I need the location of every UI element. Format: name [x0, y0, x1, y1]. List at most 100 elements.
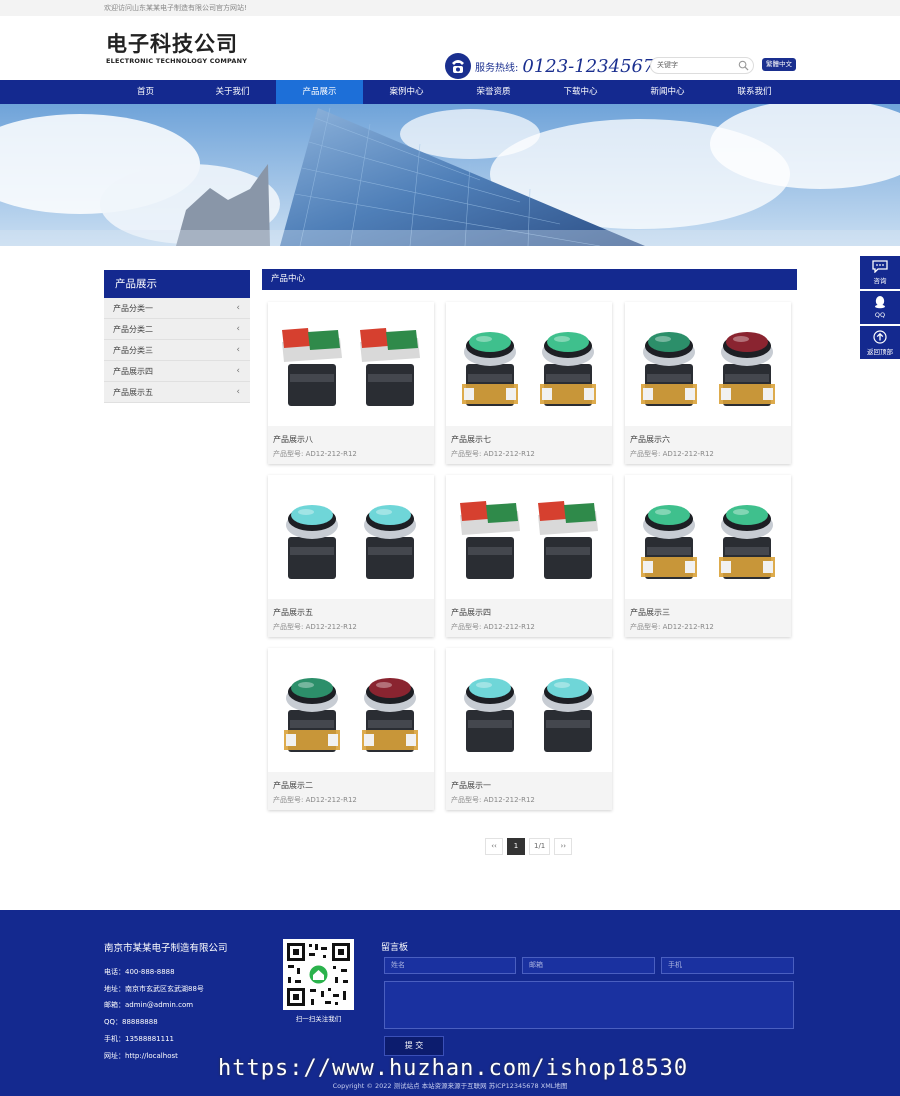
switch-body [288, 537, 336, 579]
switch-body [466, 710, 514, 752]
product-model: 产品型号: AD12-212-R12 [273, 796, 357, 804]
switch-body [544, 537, 592, 579]
chevron-left-icon: ‹ [236, 345, 240, 355]
language-button[interactable]: 繁體中文 [762, 58, 796, 71]
sidebar-item-label: 产品分类三 [113, 346, 153, 355]
switch-cap [464, 332, 516, 366]
product-card[interactable]: 产品展示二 产品型号: AD12-212-R12 [268, 648, 434, 810]
product-image [268, 302, 434, 426]
contact-email: 邮箱：admin@admin.com [104, 1001, 194, 1010]
product-image [268, 475, 434, 599]
switch-body [641, 364, 697, 406]
search-input[interactable]: 关键字 [650, 57, 754, 74]
sidebar-item-category-5[interactable]: 产品展示五 ‹ [104, 382, 250, 403]
product-model: 产品型号: AD12-212-R12 [630, 623, 714, 631]
main-nav: 首页 关于我们 产品展示 案例中心 荣誉资质 下载中心 新闻中心 联系我们 [0, 80, 900, 104]
logo[interactable]: 电子科技公司 ELECTRONIC TECHNOLOGY COMPANY [106, 32, 247, 65]
qq-icon [875, 296, 885, 309]
search-icon[interactable] [738, 60, 749, 71]
switch-cap [643, 505, 695, 539]
product-card[interactable]: 产品展示四 产品型号: AD12-212-R12 [446, 475, 612, 637]
nav-item-home[interactable]: 首页 [102, 80, 189, 104]
contact-phone: 电话：400-888-8888 [104, 968, 175, 976]
product-model: 产品型号: AD12-212-R12 [451, 450, 535, 458]
contact-website: 网址：http://localhost [104, 1051, 178, 1060]
switch-body [540, 364, 596, 406]
push-button-switch-illustration [282, 328, 420, 406]
switch-cap [542, 678, 594, 712]
name-field[interactable]: 姓名 [384, 957, 516, 974]
pager-next-button[interactable]: ›› [554, 838, 573, 855]
search-placeholder: 关键字 [657, 61, 678, 69]
back-to-top-button[interactable]: 返回顶部 [860, 326, 900, 359]
switch-body [362, 710, 418, 752]
footer-contact-info: 电话：400-888-8888 地址：南京市玄武区玄武湖88号 邮箱：admin… [104, 964, 204, 1064]
banner-image [0, 104, 900, 246]
header: 电子科技公司 ELECTRONIC TECHNOLOGY COMPANY 服务热… [0, 16, 900, 80]
push-button-switch-illustration [641, 505, 775, 579]
product-image [446, 648, 612, 772]
sidebar-item-category-1[interactable]: 产品分类一 ‹ [104, 298, 250, 319]
product-name: 产品展示二 [273, 781, 313, 790]
contact-qq: QQ：88888888 [104, 1018, 158, 1027]
switch-cap [542, 332, 594, 366]
product-model: 产品型号: AD12-212-R12 [273, 450, 357, 458]
qq-button[interactable]: QQ [860, 291, 900, 324]
sidebar-item-label: 产品分类一 [113, 304, 153, 313]
sidebar-item-label: 产品分类二 [113, 325, 153, 334]
email-field[interactable]: 邮箱 [522, 957, 655, 974]
product-card[interactable]: 产品展示六 产品型号: AD12-212-R12 [625, 302, 791, 464]
chat-icon [872, 260, 888, 273]
content-heading: 产品中心 [262, 269, 797, 290]
phone-field[interactable]: 手机 [661, 957, 794, 974]
nav-item-honors[interactable]: 荣誉资质 [450, 80, 537, 104]
product-name: 产品展示一 [451, 781, 491, 790]
chevron-left-icon: ‹ [236, 387, 240, 397]
switch-body [366, 537, 414, 579]
hotline: 服务热线: 0123-1234567 [444, 52, 654, 80]
consult-button[interactable]: 咨询 [860, 256, 900, 289]
product-card[interactable]: 产品展示一 产品型号: AD12-212-R12 [446, 648, 612, 810]
sidebar-item-label: 产品展示五 [113, 388, 153, 397]
switch-cap [464, 678, 516, 712]
switch-body [366, 364, 414, 406]
product-card[interactable]: 产品展示三 产品型号: AD12-212-R12 [625, 475, 791, 637]
push-button-switch-illustration [641, 332, 775, 406]
switch-body [288, 364, 336, 406]
switch-body [719, 537, 775, 579]
product-name: 产品展示三 [630, 608, 670, 617]
submit-button[interactable]: 提 交 [384, 1036, 444, 1056]
nav-item-cases[interactable]: 案例中心 [363, 80, 450, 104]
product-card[interactable]: 产品展示七 产品型号: AD12-212-R12 [446, 302, 612, 464]
watermark-text: https://www.huzhan.com/ishop18530 [218, 1056, 689, 1081]
product-image [446, 475, 612, 599]
pager-prev-button[interactable]: ‹‹ [485, 838, 503, 855]
nav-item-products[interactable]: 产品展示 [276, 80, 363, 104]
nav-item-contact[interactable]: 联系我们 [711, 80, 798, 104]
back-to-top-label: 返回顶部 [867, 348, 893, 356]
qr-caption: 扫一扫关注我们 [295, 1015, 342, 1023]
message-textarea[interactable] [384, 981, 794, 1029]
sidebar-item-category-2[interactable]: 产品分类二 ‹ [104, 319, 250, 340]
product-model: 产品型号: AD12-212-R12 [630, 450, 714, 458]
switch-cap [364, 505, 416, 539]
sidebar-item-category-4[interactable]: 产品展示四 ‹ [104, 361, 250, 382]
switch-body [466, 537, 514, 579]
product-card[interactable]: 产品展示五 产品型号: AD12-212-R12 [268, 475, 434, 637]
chevron-left-icon: ‹ [236, 366, 240, 376]
chevron-left-icon: ‹ [236, 324, 240, 334]
product-model: 产品型号: AD12-212-R12 [451, 796, 535, 804]
chevron-left-icon: ‹ [236, 303, 240, 313]
nav-item-about[interactable]: 关于我们 [189, 80, 276, 104]
switch-cap [286, 678, 338, 712]
contact-address: 地址：南京市玄武区玄武湖88号 [104, 984, 204, 993]
sidebar-item-category-3[interactable]: 产品分类三 ‹ [104, 340, 250, 361]
floating-service-bar: 咨询 QQ 返回顶部 [860, 256, 900, 361]
product-model: 产品型号: AD12-212-R12 [451, 623, 535, 631]
nav-item-news[interactable]: 新闻中心 [624, 80, 711, 104]
push-button-switch-illustration [284, 678, 418, 752]
arrow-up-icon [873, 330, 887, 344]
pager-current-page[interactable]: 1 [507, 838, 525, 855]
nav-item-downloads[interactable]: 下载中心 [537, 80, 624, 104]
product-card[interactable]: 产品展示八 产品型号: AD12-212-R12 [268, 302, 434, 464]
